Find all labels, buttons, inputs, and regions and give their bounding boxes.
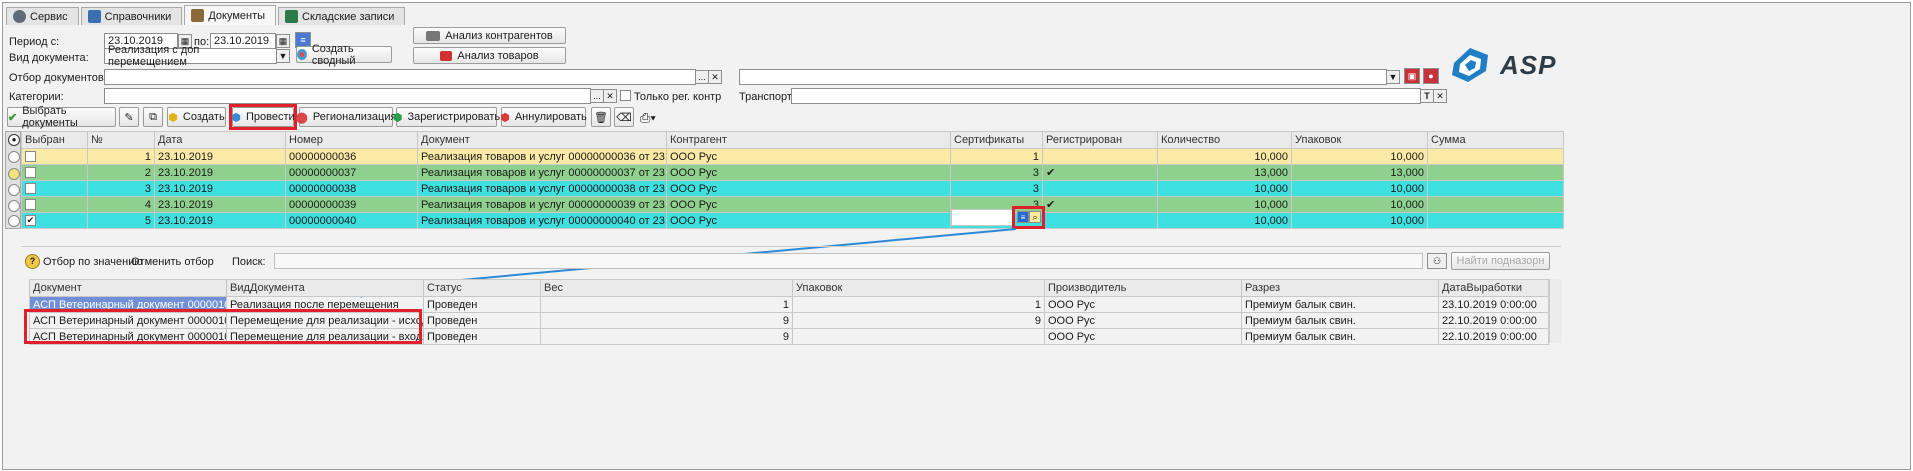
document-cell[interactable]: АСП Ветеринарный документ 000001095 от..… [29, 296, 227, 313]
doc-kind-cell[interactable]: Перемещение для реализации - исходящий [226, 312, 424, 329]
filter-by-value-link[interactable]: Отбор по значению [43, 256, 143, 268]
cancel-filter-link[interactable]: Отменить отбор [131, 256, 214, 268]
maker-cell[interactable]: ООО Рус [1044, 296, 1242, 313]
col-header[interactable]: Документ [29, 279, 227, 297]
col-header[interactable]: Вес [540, 279, 793, 297]
weight-cell[interactable]: 1 [540, 296, 793, 313]
document-cell[interactable]: АСП Ветеринарный документ 000001096 от..… [29, 312, 227, 329]
production-date-cell[interactable]: 22.10.2019 0:00:00 [1438, 312, 1549, 329]
col-header[interactable]: Разрез [1241, 279, 1439, 297]
find-subdocs-button[interactable]: Найти подназорн [1451, 252, 1550, 270]
vet-documents-table: Документ ВидДокумента Статус Вес Упаково… [29, 279, 1549, 345]
cut-cell[interactable]: Премиум балык свин. [1241, 296, 1439, 313]
status-cell[interactable]: Проведен [423, 296, 541, 313]
col-header[interactable]: Упаковок [792, 279, 1045, 297]
production-date-cell[interactable]: 23.10.2019 0:00:00 [1438, 296, 1549, 313]
packs-cell[interactable] [792, 328, 1045, 345]
packs-cell[interactable]: 9 [792, 312, 1045, 329]
help-icon[interactable]: ? [25, 254, 40, 269]
cut-cell[interactable]: Премиум балык свин. [1241, 312, 1439, 329]
table-row[interactable]: АСП Ветеринарный документ 000001095 от..… [29, 296, 1549, 313]
table-header-row: Документ ВидДокумента Статус Вес Упаково… [29, 279, 1549, 297]
status-cell[interactable]: Проведен [423, 312, 541, 329]
packs-cell[interactable]: 1 [792, 296, 1045, 313]
weight-cell[interactable]: 9 [540, 328, 793, 345]
doc-kind-cell[interactable]: Реализация после перемещения [226, 296, 424, 313]
binoculars-icon[interactable]: ⚇ [1427, 253, 1447, 269]
col-header[interactable]: Статус [423, 279, 541, 297]
annotation-arrow [295, 228, 1017, 298]
document-cell[interactable]: АСП Ветеринарный документ 000001097 от..… [29, 328, 227, 345]
doc-kind-cell[interactable]: Перемещение для реализации - входящий [226, 328, 424, 345]
col-header[interactable]: ВидДокумента [226, 279, 424, 297]
cut-cell[interactable]: Премиум балык свин. [1241, 328, 1439, 345]
scrollbar[interactable] [1549, 279, 1562, 343]
table-row[interactable]: АСП Ветеринарный документ 000001096 от..… [29, 312, 1549, 329]
status-cell[interactable]: Проведен [423, 328, 541, 345]
production-date-cell[interactable]: 22.10.2019 0:00:00 [1438, 328, 1549, 345]
maker-cell[interactable]: ООО Рус [1044, 328, 1242, 345]
col-header[interactable]: Производитель [1044, 279, 1242, 297]
search-input[interactable] [274, 253, 1423, 269]
col-header[interactable]: ДатаВыработки [1438, 279, 1549, 297]
sub-panel-separator [21, 246, 1561, 247]
table-row[interactable]: АСП Ветеринарный документ 000001097 от..… [29, 328, 1549, 345]
weight-cell[interactable]: 9 [540, 312, 793, 329]
maker-cell[interactable]: ООО Рус [1044, 312, 1242, 329]
search-label: Поиск: [232, 256, 266, 268]
